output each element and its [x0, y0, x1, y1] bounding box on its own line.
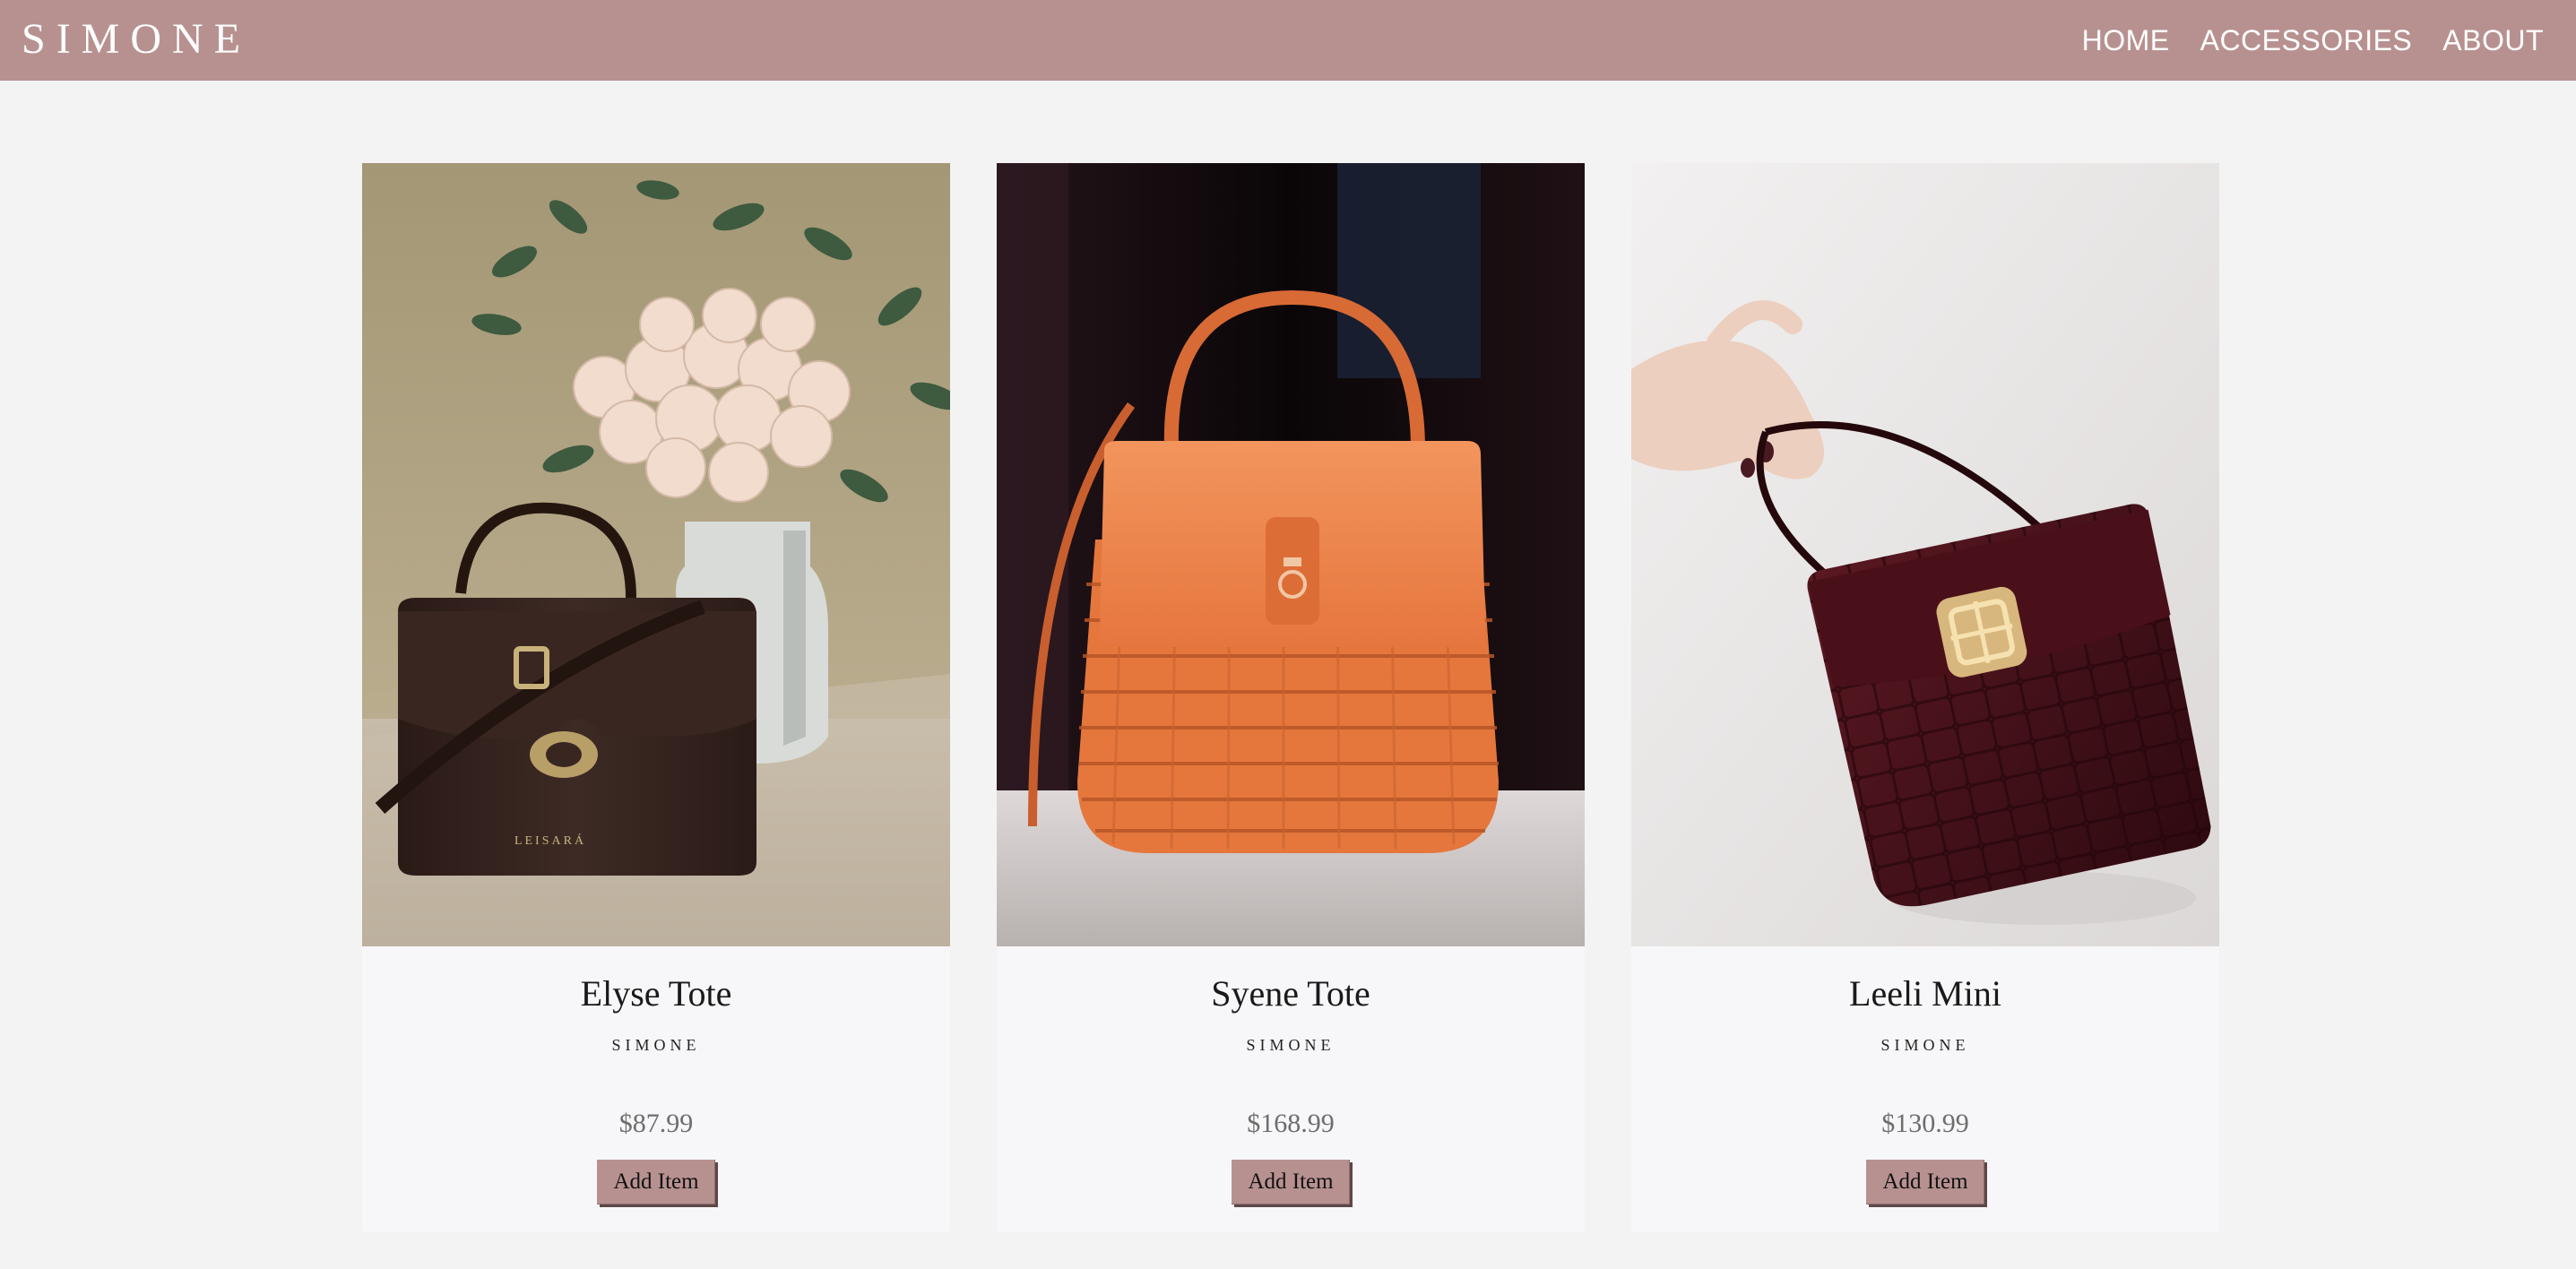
nav-accessories-link[interactable]: ACCESSORIES	[2200, 20, 2413, 61]
product-image-syene-tote[interactable]	[997, 163, 1585, 946]
product-image-elyse-tote[interactable]: LEISARÁ	[362, 163, 950, 946]
add-item-button[interactable]: Add Item	[1232, 1160, 1350, 1204]
svg-text:LEISARÁ: LEISARÁ	[514, 833, 586, 848]
product-price: $168.99	[1247, 1109, 1335, 1138]
product-title[interactable]: Leeli Mini	[1631, 971, 2219, 1016]
product-brand: SIMONE	[1880, 1036, 1970, 1054]
add-item-button[interactable]: Add Item	[1866, 1160, 1984, 1204]
add-item-button[interactable]: Add Item	[597, 1160, 715, 1204]
product-image-leeli-mini[interactable]	[1631, 163, 2219, 946]
product-title[interactable]: Elyse Tote	[362, 971, 950, 1016]
site-logo[interactable]: SIMONE	[22, 13, 251, 66]
nav-about-link[interactable]: ABOUT	[2442, 20, 2544, 61]
product-brand: SIMONE	[1246, 1036, 1336, 1054]
product-card-syene-tote: Syene Tote SIMONE $168.99 Add Item	[997, 163, 1585, 1231]
top-navigation-bar: SIMONE HOME ACCESSORIES ABOUT	[0, 0, 2576, 81]
product-price: $87.99	[618, 1109, 694, 1138]
nav-home-link[interactable]: HOME	[2082, 20, 2170, 61]
main-nav: HOME ACCESSORIES ABOUT	[2082, 20, 2544, 61]
product-card-elyse-tote: LEISARÁ Elyse Tote SIMONE $87.99 Add Ite…	[362, 163, 950, 1231]
product-card-leeli-mini: Leeli Mini SIMONE $130.99 Add Item	[1631, 163, 2219, 1231]
product-title[interactable]: Syene Tote	[997, 971, 1585, 1016]
product-price: $130.99	[1881, 1109, 1969, 1138]
product-brand: SIMONE	[611, 1036, 701, 1054]
